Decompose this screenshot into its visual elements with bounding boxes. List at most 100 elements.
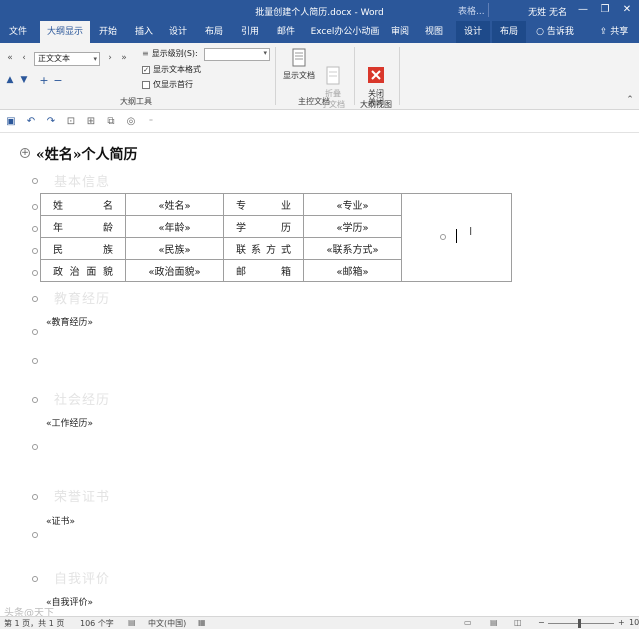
table-cell[interactable]: «民族» <box>125 237 224 260</box>
outline-bullet[interactable] <box>32 532 38 538</box>
table-cell[interactable]: 姓 名 <box>40 193 126 216</box>
tell-me-hint[interactable]: 表格... <box>458 4 485 17</box>
demote-icon[interactable]: › <box>104 53 116 63</box>
outline-bullet[interactable] <box>32 358 38 364</box>
undo-icon[interactable]: ↶ <box>24 115 38 129</box>
web-layout-icon[interactable]: ◫ <box>514 618 522 627</box>
quick-access-toolbar: ▣ ↶ ↷ ⊡ ⊞ ⧉ ◎ ⁼ <box>0 111 639 133</box>
outline-level-select[interactable]: 正文文本 ▾ <box>34 52 100 66</box>
tab-excel-animation[interactable]: Excel办公小动画 <box>306 21 384 43</box>
tab-outline[interactable]: 大纲显示 <box>40 21 90 43</box>
print-preview-icon[interactable]: ⊞ <box>84 115 98 129</box>
zoom-level[interactable]: 10 <box>629 618 639 627</box>
collapse-ribbon-icon[interactable]: ⌃ <box>624 95 636 105</box>
close-window-button[interactable]: ✕ <box>617 2 637 18</box>
document-area[interactable]: + «姓名»个人简历 基本信息 姓 名 «姓名» 专 业 «专业» 年 龄 «年… <box>0 134 639 616</box>
tab-table-design[interactable]: 设计 <box>456 21 490 43</box>
word-count[interactable]: 106 个字 <box>80 618 114 629</box>
zoom-in-icon[interactable]: + <box>618 618 625 627</box>
outline-bullet[interactable] <box>440 234 446 240</box>
table-cell[interactable]: «专业» <box>303 193 402 216</box>
collapse-icon[interactable]: − <box>52 74 64 87</box>
redo-icon[interactable]: ↷ <box>44 115 58 129</box>
minimize-button[interactable]: — <box>573 2 593 18</box>
language[interactable]: 中文(中国) <box>148 618 186 629</box>
table-cell[interactable]: 年 龄 <box>40 215 126 238</box>
tab-file[interactable]: 文件 <box>4 21 32 43</box>
outline-bullet[interactable] <box>32 204 38 210</box>
demote-to-body-icon[interactable]: » <box>118 53 130 63</box>
tell-me-label: 告诉我 <box>546 27 574 37</box>
read-mode-icon[interactable]: ▭ <box>464 618 472 627</box>
macro-icon[interactable]: ▦ <box>198 618 206 627</box>
tab-view[interactable]: 视图 <box>420 21 448 43</box>
table-cell[interactable]: «政治面貌» <box>125 259 224 282</box>
outline-bullet[interactable] <box>32 296 38 302</box>
promote-icon[interactable]: ‹ <box>18 53 30 63</box>
section-certificates[interactable]: 荣誉证书 <box>54 486 110 505</box>
select-icon[interactable]: ⊡ <box>64 115 78 129</box>
tab-layout[interactable]: 布局 <box>200 21 228 43</box>
tab-table-layout[interactable]: 布局 <box>492 21 526 43</box>
table-cell[interactable]: «学历» <box>303 215 402 238</box>
page-count[interactable]: 第 1 页，共 1 页 <box>4 618 64 629</box>
first-line-only-checkbox[interactable] <box>142 80 150 89</box>
outline-bullet[interactable] <box>32 444 38 450</box>
table-cell[interactable]: 联系方式 <box>223 237 304 260</box>
outline-bullet[interactable] <box>32 397 38 403</box>
circle-icon[interactable]: ◎ <box>124 115 138 129</box>
table-cell[interactable]: 学 历 <box>223 215 304 238</box>
tab-tell-me[interactable]: ○ 告诉我 <box>530 21 580 43</box>
show-document-button[interactable]: 显示文档 <box>280 48 318 81</box>
zoom-out-icon[interactable]: − <box>538 618 545 627</box>
table-cell[interactable]: 民 族 <box>40 237 126 260</box>
table-cell[interactable]: «姓名» <box>125 193 224 216</box>
section-education[interactable]: 教育经历 <box>54 288 110 307</box>
show-text-format-option[interactable]: ✓ 显示文本格式 <box>142 64 201 75</box>
outline-bullet[interactable] <box>32 270 38 276</box>
share-button[interactable]: ⇪ 共享 <box>592 21 636 43</box>
work-experience-field[interactable]: «工作经历» <box>46 416 93 429</box>
tab-insert[interactable]: 插入 <box>130 21 158 43</box>
tab-references[interactable]: 引用 <box>236 21 264 43</box>
tab-design[interactable]: 设计 <box>164 21 192 43</box>
table-cell[interactable]: 邮 箱 <box>223 259 304 282</box>
section-basic-info[interactable]: 基本信息 <box>54 171 110 190</box>
section-social-experience[interactable]: 社会经历 <box>54 389 110 408</box>
outline-bullet[interactable] <box>32 226 38 232</box>
expand-heading-icon[interactable]: + <box>20 148 30 158</box>
first-line-only-option[interactable]: 仅显示首行 <box>142 79 193 90</box>
promote-to-heading1-icon[interactable]: « <box>4 53 16 63</box>
save-icon[interactable]: ▣ <box>4 115 18 129</box>
expand-icon[interactable]: + <box>38 74 50 87</box>
outline-bullet[interactable] <box>32 248 38 254</box>
table-cell[interactable]: «年龄» <box>125 215 224 238</box>
restore-button[interactable]: ❐ <box>595 2 615 18</box>
print-layout-icon[interactable]: ▤ <box>490 618 498 627</box>
tab-mailings[interactable]: 邮件 <box>272 21 300 43</box>
outline-bullet[interactable] <box>32 178 38 184</box>
move-down-icon[interactable]: ▼ <box>18 75 30 85</box>
customize-qat-icon[interactable]: ⁼ <box>144 115 158 129</box>
zoom-slider-track[interactable] <box>548 623 614 624</box>
section-self-evaluation[interactable]: 自我评价 <box>54 568 110 587</box>
show-text-format-checkbox[interactable]: ✓ <box>142 65 150 74</box>
tab-review[interactable]: 审阅 <box>386 21 414 43</box>
table-cell[interactable]: 政治面貌 <box>40 259 126 282</box>
outline-bullet[interactable] <box>32 329 38 335</box>
outline-bullet[interactable] <box>32 494 38 500</box>
move-up-icon[interactable]: ▲ <box>4 75 16 85</box>
education-field[interactable]: «教育经历» <box>46 315 93 328</box>
proofing-icon[interactable]: ▤ <box>128 618 136 627</box>
table-cell[interactable]: «联系方式» <box>303 237 402 260</box>
copy-format-icon[interactable]: ⧉ <box>104 115 118 129</box>
outline-bullet[interactable] <box>32 576 38 582</box>
user-name[interactable]: 无姓 无名 <box>528 5 567 18</box>
zoom-slider-thumb[interactable] <box>578 619 581 628</box>
certificate-field[interactable]: «证书» <box>46 514 75 527</box>
table-cell[interactable]: 专 业 <box>223 193 304 216</box>
table-cell[interactable]: «邮箱» <box>303 259 402 282</box>
resume-heading[interactable]: «姓名»个人简历 <box>36 144 138 164</box>
show-level-select[interactable]: ▾ <box>204 48 270 61</box>
tab-home[interactable]: 开始 <box>94 21 122 43</box>
